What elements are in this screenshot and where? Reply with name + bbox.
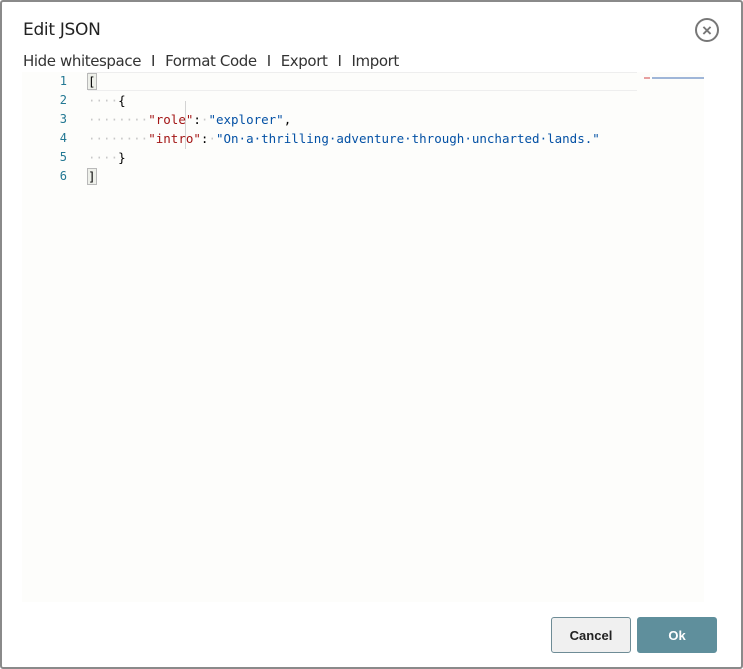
export-link[interactable]: Export <box>281 52 328 70</box>
dialog-title: Edit JSON <box>23 20 101 40</box>
code-line[interactable]: ····} <box>88 148 637 167</box>
line-number: 5 <box>59 150 67 164</box>
colon: : <box>193 112 201 127</box>
code-line[interactable]: ········"role":·"explorer", <box>88 110 637 129</box>
hide-whitespace-link[interactable]: Hide whitespace <box>23 52 141 70</box>
line-number: 4 <box>59 131 67 145</box>
close-icon: × <box>702 20 712 40</box>
close-button[interactable]: × <box>695 18 719 42</box>
code-line[interactable]: ····{ <box>88 91 637 110</box>
import-link[interactable]: Import <box>351 52 399 70</box>
brace: { <box>118 93 126 108</box>
code-line[interactable]: ········"intro":·"On·a·thrilling·adventu… <box>88 129 637 148</box>
line-number-gutter: 1 2 3 4 5 6 <box>22 72 67 186</box>
line-number: 1 <box>59 74 67 88</box>
json-value: "explorer" <box>208 112 284 127</box>
cancel-button[interactable]: Cancel <box>551 617 631 653</box>
code-editor[interactable]: 1 2 3 4 5 6 [ ····{ ········"role":·"exp… <box>22 72 704 602</box>
line-number: 6 <box>59 169 67 183</box>
separator: I <box>151 52 156 70</box>
ok-button[interactable]: Ok <box>637 617 717 653</box>
whitespace: ········ <box>88 131 149 146</box>
edit-json-dialog: Edit JSON × Hide whitespace I Format Cod… <box>0 0 743 669</box>
brace: } <box>118 150 126 165</box>
separator: I <box>337 52 342 70</box>
json-value: "On·a·thrilling·adventure·through·unchar… <box>215 131 600 146</box>
whitespace: ········ <box>88 112 149 127</box>
code-line[interactable]: ] <box>87 167 637 186</box>
editor-toolbar: Hide whitespace I Format Code I Export I… <box>23 52 399 70</box>
bracket: [ <box>87 73 97 90</box>
line-number: 3 <box>59 112 67 126</box>
whitespace: ···· <box>88 93 119 108</box>
json-key: "intro" <box>148 131 201 146</box>
format-code-link[interactable]: Format Code <box>165 52 257 70</box>
separator: I <box>266 52 271 70</box>
json-key: "role" <box>148 112 194 127</box>
minimap[interactable] <box>642 74 704 82</box>
code-line[interactable]: [ <box>87 72 637 91</box>
whitespace: · <box>208 131 216 146</box>
whitespace: ···· <box>88 150 119 165</box>
code-lines[interactable]: [ ····{ ········"role":·"explorer", ····… <box>87 72 637 186</box>
bracket: ] <box>87 168 97 185</box>
comma: , <box>283 112 292 127</box>
line-number: 2 <box>59 93 67 107</box>
